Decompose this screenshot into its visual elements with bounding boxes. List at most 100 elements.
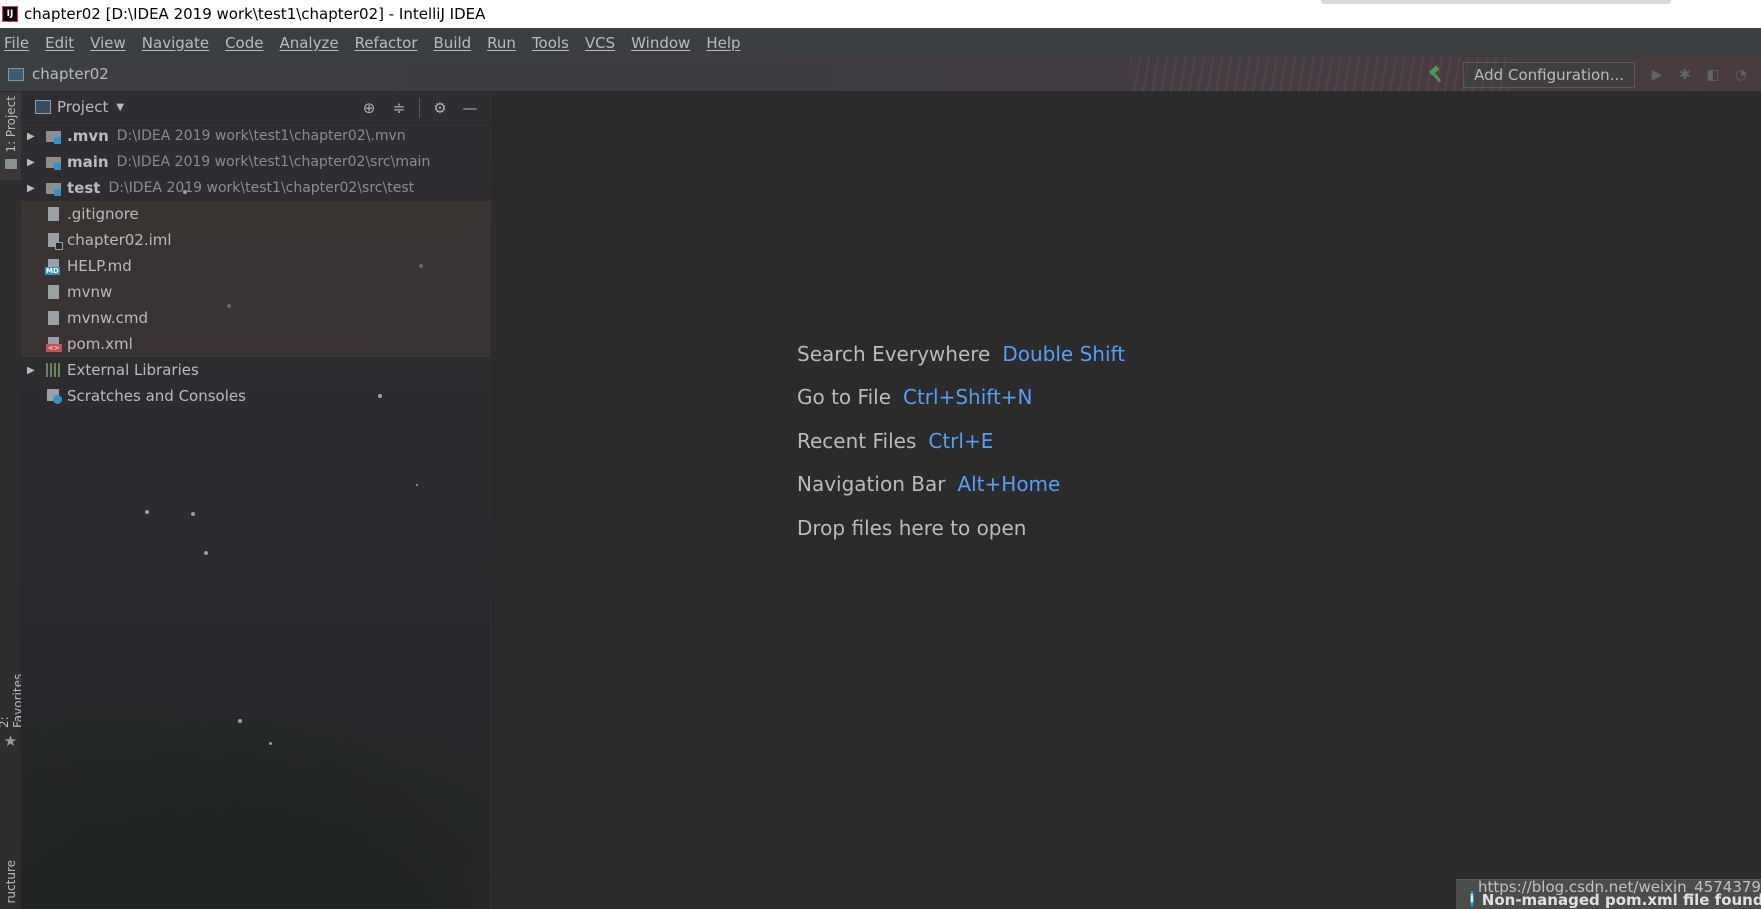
source-folder-icon (45, 180, 63, 196)
module-folder-icon (8, 67, 24, 81)
breadcrumb-project: chapter02 (32, 65, 109, 83)
expand-arrow-icon[interactable]: ▶ (27, 365, 39, 376)
hint-label: Search Everywhere (797, 342, 991, 366)
hint-search-everywhere: Search Everywhere Double Shift (797, 342, 1125, 366)
hint-go-to-file: Go to File Ctrl+Shift+N (797, 385, 1033, 409)
tree-item-test[interactable]: ▶ test D:\IDEA 2019 work\test1\chapter02… (21, 175, 490, 201)
hint-label: Drop files here to open (797, 516, 1027, 540)
menu-analyze[interactable]: Analyze (279, 34, 338, 52)
menu-file[interactable]: File (4, 34, 29, 52)
project-tool-tab[interactable]: 1: Project (0, 92, 21, 180)
window-title: chapter02 [D:\IDEA 2019 work\test1\chapt… (24, 5, 486, 23)
structure-tool-tab-label: ructure (3, 860, 18, 904)
tree-item-mvnw-cmd[interactable]: mvnw.cmd (21, 305, 490, 331)
hint-shortcut: Ctrl+E (928, 429, 994, 453)
tree-item-pom[interactable]: pom.xml (21, 331, 490, 357)
menu-view[interactable]: View (90, 34, 126, 52)
tree-item-help-md[interactable]: HELP.md (21, 253, 490, 279)
hint-label: Navigation Bar (797, 472, 946, 496)
tree-item-mvn[interactable]: ▶ .mvn D:\IDEA 2019 work\test1\chapter02… (21, 123, 490, 149)
hide-panel-icon[interactable]: — (460, 98, 480, 118)
text-file-icon (45, 284, 63, 300)
hint-label: Go to File (797, 385, 891, 409)
chevron-down-icon[interactable]: ▼ (116, 102, 124, 113)
background-trees (21, 659, 490, 909)
tree-item-main[interactable]: ▶ main D:\IDEA 2019 work\test1\chapter02… (21, 149, 490, 175)
menu-build[interactable]: Build (434, 34, 472, 52)
project-panel-header: Project ▼ ⊕ ≑ ⚙ — (21, 92, 490, 123)
project-tree: ▶ .mvn D:\IDEA 2019 work\test1\chapter02… (21, 123, 490, 409)
folder-icon (4, 158, 17, 169)
text-file-icon (45, 310, 63, 326)
project-view-icon (35, 100, 51, 114)
tree-item-mvnw[interactable]: mvnw (21, 279, 490, 305)
tree-item-iml[interactable]: chapter02.iml (21, 227, 490, 253)
project-view-selector[interactable]: Project (57, 98, 108, 116)
build-hammer-icon[interactable] (1427, 66, 1445, 84)
expand-arrow-icon[interactable]: ▶ (27, 183, 39, 194)
profile-icon[interactable]: ◔ (1733, 67, 1749, 83)
menu-window[interactable]: Window (631, 34, 690, 52)
text-file-icon (45, 206, 63, 222)
expand-arrow-icon[interactable]: ▶ (27, 157, 39, 168)
locate-crosshair-icon[interactable]: ⊕ (359, 98, 379, 118)
project-tool-tab-label: 1: Project (3, 96, 18, 153)
tree-item-path: D:\IDEA 2019 work\test1\chapter02\.mvn (116, 128, 406, 144)
project-tool-window: Project ▼ ⊕ ≑ ⚙ — ▶ .mvn D:\IDEA 2019 wo… (21, 92, 491, 909)
tree-item-gitignore[interactable]: .gitignore (21, 201, 490, 227)
breadcrumb[interactable]: chapter02 (8, 65, 109, 83)
menu-navigate[interactable]: Navigate (142, 34, 209, 52)
tree-item-external-libraries[interactable]: ▶ External Libraries (21, 357, 490, 383)
tree-item-name: .gitignore (67, 205, 139, 223)
tree-item-name: pom.xml (67, 335, 133, 353)
tree-item-name: main (67, 153, 109, 171)
tree-item-name: External Libraries (67, 361, 199, 379)
tree-item-path: D:\IDEA 2019 work\test1\chapter02\src\te… (108, 180, 415, 196)
watermark-text: https://blog.csdn.net/weixin_45743799 (1478, 878, 1761, 896)
editor-area[interactable]: Search Everywhere Double Shift Go to Fil… (491, 92, 1761, 909)
tree-item-name: mvnw.cmd (67, 309, 149, 327)
scratches-icon (45, 388, 63, 404)
hint-drop-files: Drop files here to open (797, 516, 1026, 540)
navigation-bar: chapter02 Add Configuration... ▶ ✱ ◧ ◔ (0, 57, 1761, 92)
source-folder-icon (45, 154, 63, 170)
menu-help[interactable]: Help (706, 34, 740, 52)
hint-recent-files: Recent Files Ctrl+E (797, 429, 993, 453)
favorites-tool-tab[interactable]: 2: Favorites ★ (0, 660, 25, 750)
info-icon: i (1470, 890, 1474, 907)
hint-shortcut: Alt+Home (957, 472, 1061, 496)
debug-icon[interactable]: ✱ (1677, 67, 1693, 83)
markdown-file-icon (45, 258, 63, 275)
menu-vcs[interactable]: VCS (585, 34, 615, 52)
hint-shortcut: Ctrl+Shift+N (903, 385, 1033, 409)
menu-refactor[interactable]: Refactor (355, 34, 418, 52)
tree-item-scratches[interactable]: Scratches and Consoles (21, 383, 490, 409)
coverage-icon[interactable]: ◧ (1705, 67, 1721, 83)
menu-tools[interactable]: Tools (532, 34, 569, 52)
left-tool-strip: 1: Project 2: Favorites ★ ructure (0, 92, 25, 909)
hint-shortcut: Double Shift (1002, 342, 1126, 366)
menu-run[interactable]: Run (487, 34, 516, 52)
structure-tool-tab[interactable]: ructure (0, 860, 21, 909)
source-folder-icon (45, 128, 63, 144)
menu-edit[interactable]: Edit (45, 34, 74, 52)
project-panel-actions: ⊕ ≑ ⚙ — (359, 92, 490, 123)
hint-label: Recent Files (797, 429, 917, 453)
add-configuration-button[interactable]: Add Configuration... (1463, 61, 1635, 88)
module-file-icon (45, 232, 63, 250)
run-toolbar: Add Configuration... ▶ ✱ ◧ ◔ (1427, 57, 1761, 92)
libraries-icon (45, 362, 63, 378)
maven-pom-file-icon (45, 336, 63, 352)
menu-code[interactable]: Code (225, 34, 263, 52)
toolbar-separator (419, 97, 420, 118)
run-icon[interactable]: ▶ (1649, 67, 1665, 83)
expand-arrow-icon[interactable]: ▶ (27, 131, 39, 142)
gear-icon[interactable]: ⚙ (430, 98, 450, 118)
tree-item-name: .mvn (67, 127, 109, 145)
intellij-logo-icon: IJ (2, 6, 18, 22)
title-bar-decoration (1321, 0, 1671, 4)
title-bar: IJ chapter02 [D:\IDEA 2019 work\test1\ch… (0, 0, 1761, 28)
tree-item-path: D:\IDEA 2019 work\test1\chapter02\src\ma… (116, 154, 431, 170)
tree-item-name: HELP.md (67, 257, 132, 275)
collapse-all-icon[interactable]: ≑ (389, 98, 409, 118)
